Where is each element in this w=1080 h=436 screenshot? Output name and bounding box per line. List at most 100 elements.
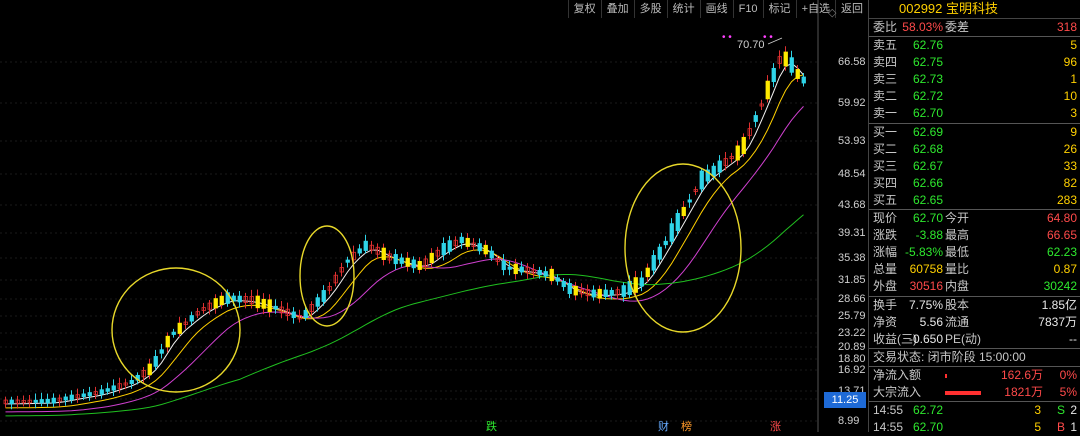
bid-row[interactable]: 买三 62.67 33 [869,158,1080,175]
kline-chart[interactable]: 70.70• • • • 跌财榜涨 [0,0,868,432]
toolbar-button-2[interactable]: 多股 [633,0,667,18]
candle-body [681,206,686,217]
ask-row[interactable]: 卖五 62.76 5 [869,37,1080,54]
candle-body [237,295,242,303]
trade-status: 交易状态: 闭市阶段 15:00:00 [869,349,1080,366]
stat-value: 66.65 [1046,228,1077,243]
candle-body [39,399,44,404]
candle-body [9,399,14,404]
price-tick: 28.66 [838,293,866,305]
tick-count: 1 [1070,420,1077,435]
event-marker: 财 [658,419,669,432]
ask-list: 卖五 62.76 5 卖四 62.75 96 卖三 62.73 1 卖二 62.72 10 卖一 62.7… [869,37,1080,122]
ask-row[interactable]: 卖一 62.70 3 [869,105,1080,122]
stat-label: 净资 [873,314,898,329]
stat-row: 总量 60758 量比 0.87 [869,261,1080,278]
flow-bar [945,373,947,378]
bid-row[interactable]: 买四 62.66 82 [869,175,1080,192]
toolbar-button-0[interactable]: 复权 [567,0,601,18]
row-price: 62.69 [912,124,943,139]
tick-price: 62.70 [912,420,943,435]
candle-body [501,260,506,271]
candle-body [261,298,266,309]
candle-body [513,263,518,275]
stock-title[interactable]: 002992 宝明科技 [869,0,1080,19]
bid-row[interactable]: 买一 62.69 9 [869,124,1080,141]
weibi-value: 58.03% [902,20,943,34]
price-tick: 20.89 [838,341,866,353]
tick-volume: 3 [1034,403,1041,418]
price-axis: 66.58 59.92 53.93 48.54 43.68 39.31 35.38 31.85… [818,0,868,432]
highlight-circle [111,267,241,393]
price-tick: 53.93 [838,135,866,147]
row-volume: 283 [1056,192,1077,207]
candle-body [255,295,260,309]
stat-value: -5.83% [904,245,943,260]
tick-time: 14:55 [873,420,904,435]
event-marker: 跌 [486,419,497,432]
stat-value: 7837万 [1038,314,1077,329]
candle-body [573,285,578,296]
ask-row[interactable]: 卖四 62.75 96 [869,54,1080,71]
ma-line [5,106,804,413]
price-tick: 48.54 [838,168,866,180]
stat-label: 涨幅 [873,245,898,260]
stat-label: 量比 [945,262,970,277]
candle-body [801,76,806,84]
stat-label: 内盘 [945,279,970,294]
candle-body [417,261,422,270]
tick-count: 2 [1070,403,1077,418]
toolbar-button-6[interactable]: 标记 [762,0,796,18]
candle-body [645,267,650,278]
candle-body [753,115,758,122]
flow-list: 净流入额 162.6万 0% 大宗流入 1821万 5% [869,367,1080,401]
candle-body [315,297,320,307]
ask-row[interactable]: 卖二 62.72 10 [869,88,1080,105]
bid-row[interactable]: 买二 62.68 26 [869,141,1080,158]
candle-body [687,199,692,203]
row-label: 卖一 [873,106,898,121]
candle-body [591,289,596,298]
candle-body [609,289,614,296]
fundamentals-list: 换手 7.75% 股本 1.85亿 净资 5.56 流通 7837万 收益(三) -0.650 PE… [869,297,1080,348]
candle-body [111,385,116,391]
price-tick: 59.92 [838,97,866,109]
flow-row: 大宗流入 1821万 5% [869,384,1080,401]
stat-value: 62.70 [912,211,943,226]
row-label: 买二 [873,141,898,156]
toolbar-button-1[interactable]: 叠加 [600,0,634,18]
highlight-circle [299,225,355,327]
candle-body [549,268,554,282]
stat-value: 0.87 [1053,262,1077,277]
flow-row: 净流入额 162.6万 0% [869,367,1080,384]
candle-body [45,398,50,404]
candle-body [441,242,446,256]
candle-body [267,299,272,313]
bid-row[interactable]: 买五 62.65 283 [869,192,1080,209]
candle-body [129,380,134,384]
toolbar-button-4[interactable]: 画线 [699,0,733,18]
candle-body [489,250,494,259]
row-label: 卖三 [873,72,898,87]
candle-body [555,277,560,282]
candle-body [603,289,608,297]
candle-body [171,331,176,335]
last-price-tag: 11.25 [824,392,866,408]
toolbar-button-3[interactable]: 统计 [666,0,700,18]
row-volume: 3 [1070,106,1077,121]
candle-body [741,136,746,155]
candlestick-series [3,46,806,410]
high-price-label: 70.70 [737,39,765,51]
candle-body [69,394,74,401]
toolbar-button-5[interactable]: F10 [732,0,763,18]
candle-body [219,295,224,305]
weibi-label: 委比 [873,20,898,34]
ask-row[interactable]: 卖三 62.73 1 [869,71,1080,88]
stat-label: 最低 [945,245,970,260]
candle-body [63,396,68,401]
candle-body [465,237,470,247]
weicha-value: 318 [1056,20,1077,34]
row-price: 62.73 [912,72,943,87]
weibi-row: 委比 58.03% 委差 318 [869,19,1080,36]
price-tick: 16.92 [838,364,866,376]
